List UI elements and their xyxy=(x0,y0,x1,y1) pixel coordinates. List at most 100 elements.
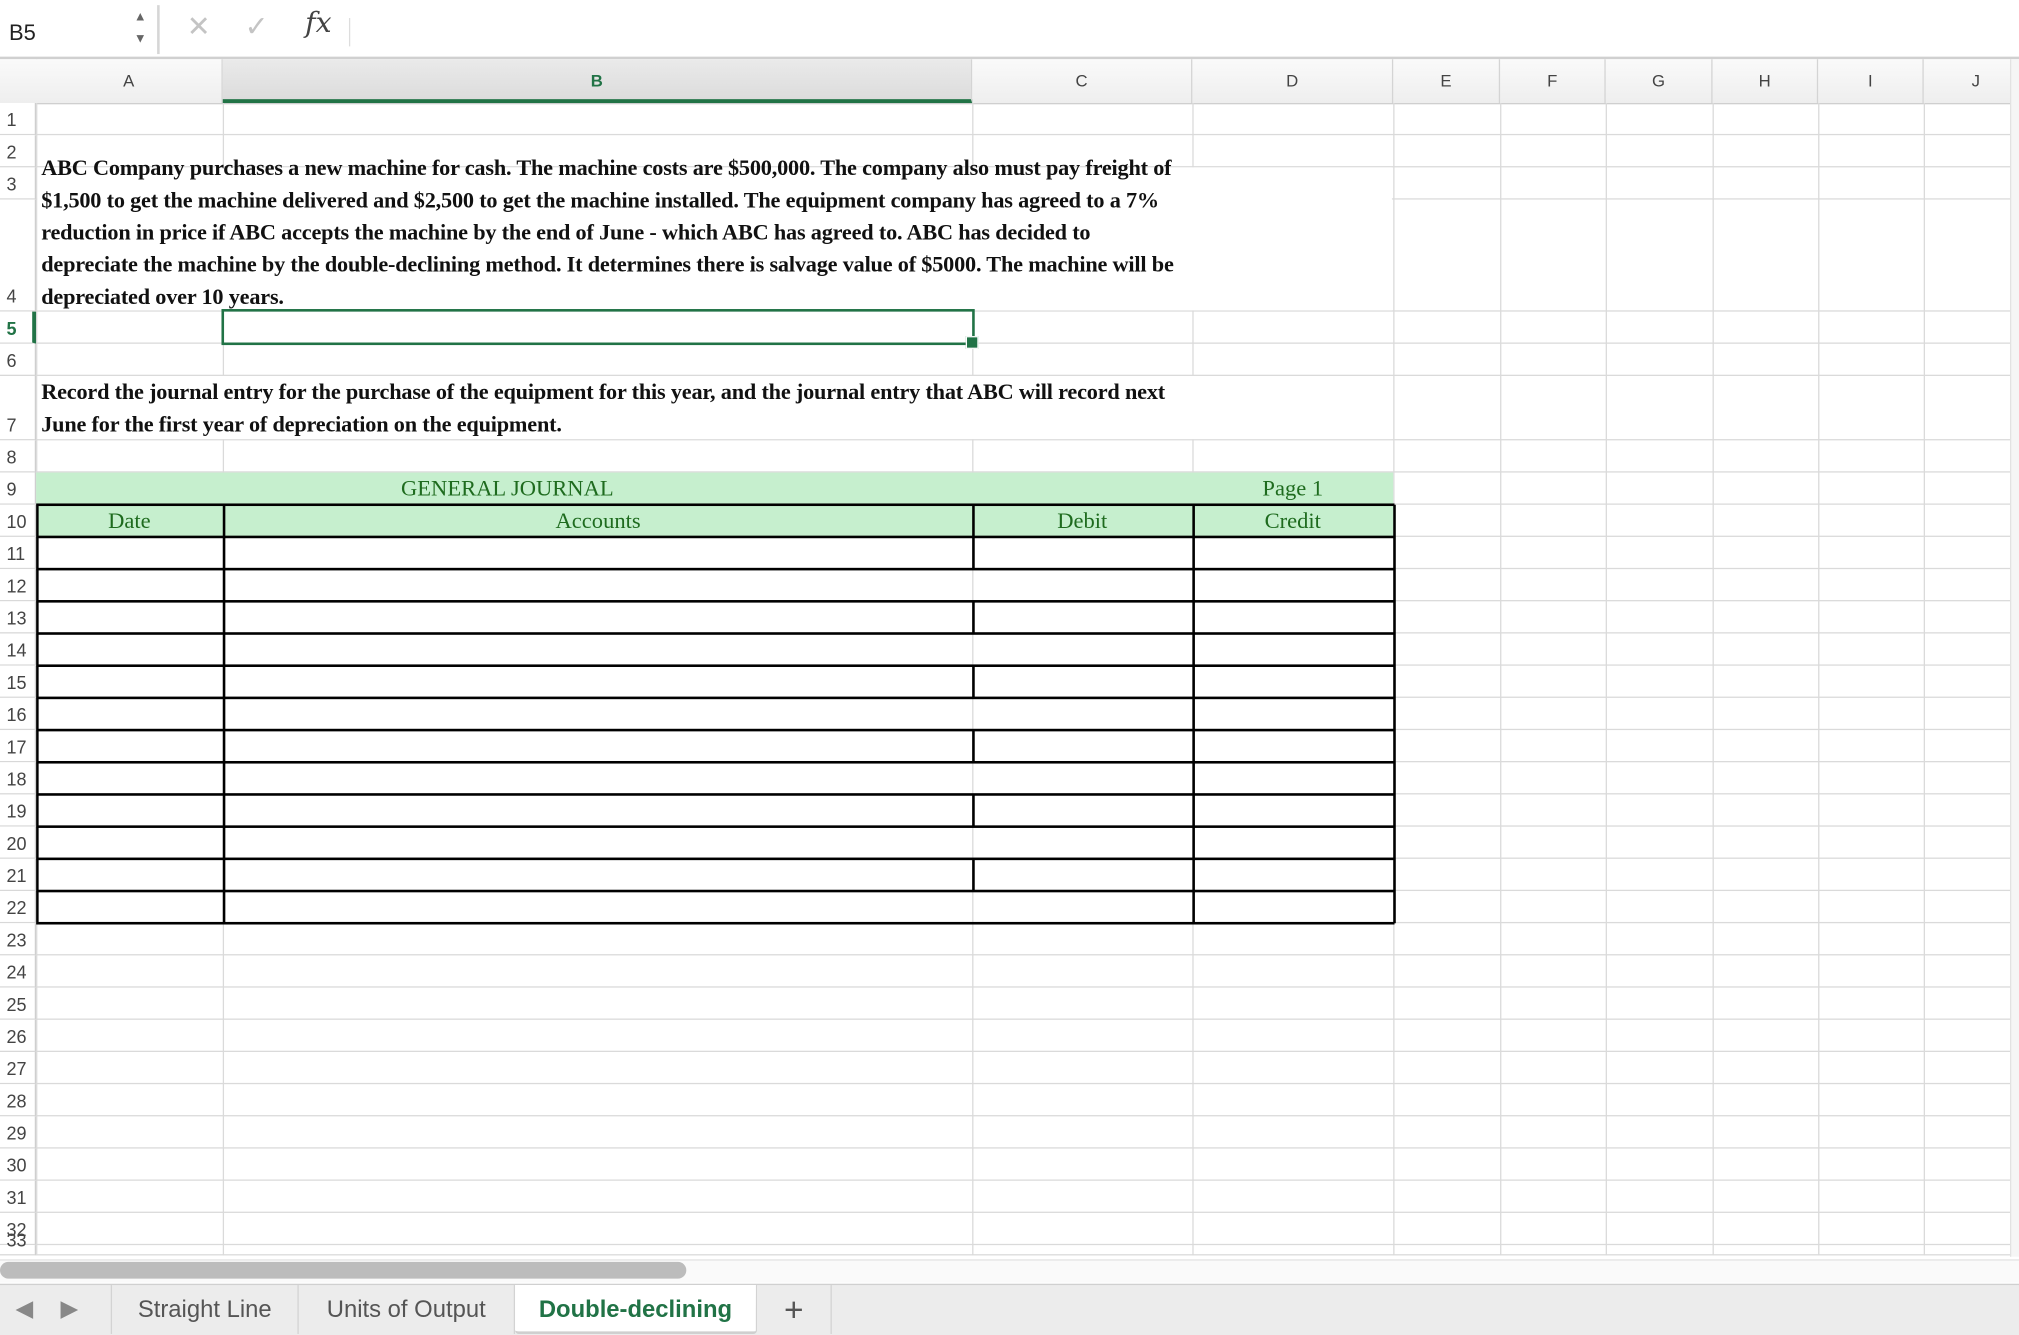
row-number: 1 xyxy=(6,109,17,131)
journal-row-border xyxy=(36,696,1395,699)
row-header-20[interactable]: 20 xyxy=(0,826,37,859)
vertical-scrollbar[interactable] xyxy=(2009,59,2019,1257)
row-number: 2 xyxy=(6,141,17,163)
selected-cell-B5[interactable] xyxy=(221,309,975,346)
journal-column-border xyxy=(1192,504,1195,924)
tab-units-of-output[interactable]: Units of Output xyxy=(299,1285,516,1334)
header-accounts: Accounts xyxy=(555,507,641,534)
row-header-19[interactable]: 19 xyxy=(0,794,37,827)
problem-line: depreciate the machine by the double-dec… xyxy=(41,252,1174,277)
row-header-8[interactable]: 8 xyxy=(0,440,37,473)
row-gridline xyxy=(36,1018,2019,1020)
journal-debit-divider xyxy=(972,536,975,570)
row-header-10[interactable]: 10 xyxy=(0,504,37,537)
tab-double-declining[interactable]: Double-declining xyxy=(515,1285,758,1334)
row-number: 8 xyxy=(6,446,17,468)
row-number: 12 xyxy=(6,575,27,597)
row-number: 6 xyxy=(6,350,17,371)
row-number: 3 xyxy=(6,173,17,195)
row-header-9[interactable]: 9 xyxy=(0,472,37,505)
journal-debit-divider xyxy=(972,601,975,634)
row-gridline xyxy=(36,1211,2019,1213)
row-number: 14 xyxy=(6,639,27,661)
journal-debit-divider xyxy=(972,665,975,698)
row-header-4[interactable]: 4 xyxy=(0,199,37,312)
row-header-11[interactable]: 11 xyxy=(0,536,37,570)
instruction-text-cell[interactable]: Record the journal entry for the purchas… xyxy=(41,376,1165,440)
row-header-30[interactable]: 30 xyxy=(0,1148,37,1181)
row-gridline xyxy=(36,1179,2019,1181)
journal-row-border xyxy=(36,857,1395,860)
row-number: 13 xyxy=(6,607,27,629)
row-number: 31 xyxy=(6,1187,27,1208)
row-header-13[interactable]: 13 xyxy=(0,601,37,634)
row-header-6[interactable]: 6 xyxy=(0,343,37,376)
header-debit: Debit xyxy=(1057,507,1108,534)
instruction-line: Record the journal entry for the purchas… xyxy=(41,379,1165,405)
horizontal-scroll-thumb[interactable] xyxy=(0,1261,687,1279)
row-gridline xyxy=(36,1115,2019,1117)
journal-row-border xyxy=(36,664,1395,667)
journal-column-border xyxy=(36,504,38,924)
row-header-28[interactable]: 28 xyxy=(0,1084,37,1117)
row-header-31[interactable]: 31 xyxy=(0,1180,37,1213)
instruction-line: June for the first year of depreciation … xyxy=(41,412,562,437)
row-gridline xyxy=(36,1082,2019,1085)
row-number: 9 xyxy=(6,478,17,500)
row-number: 20 xyxy=(6,833,27,854)
row-number: 5 xyxy=(6,318,17,339)
row-header-2[interactable]: 2 xyxy=(0,135,37,168)
row-header-16[interactable]: 16 xyxy=(0,697,37,731)
row-number: 21 xyxy=(6,865,27,886)
row-gridline xyxy=(36,133,2019,136)
row-number: 4 xyxy=(6,285,17,307)
row-header-14[interactable]: 14 xyxy=(0,633,37,666)
row-number: 15 xyxy=(6,672,27,693)
journal-row-border xyxy=(36,921,1395,925)
add-sheet-button[interactable]: + xyxy=(757,1285,832,1334)
row-number: 24 xyxy=(6,961,27,983)
row-header-22[interactable]: 22 xyxy=(0,891,37,924)
row-header-33[interactable]: 33 xyxy=(0,1230,37,1256)
problem-line: reduction in price if ABC accepts the ma… xyxy=(41,220,1091,245)
row-number: 16 xyxy=(6,704,27,725)
row-header-27[interactable]: 27 xyxy=(0,1051,37,1085)
journal-debit-divider xyxy=(972,730,975,763)
row-header-25[interactable]: 25 xyxy=(0,987,37,1020)
row-gridline xyxy=(36,954,2019,956)
row-header-5[interactable]: 5 xyxy=(0,311,37,344)
fill-handle[interactable] xyxy=(965,336,979,349)
next-sheet-icon[interactable]: ▶ xyxy=(61,1295,79,1322)
row-gridline xyxy=(36,1050,2019,1052)
row-number: 22 xyxy=(6,897,27,919)
journal-column-border xyxy=(222,504,225,924)
row-number: 18 xyxy=(6,768,27,790)
journal-row-border xyxy=(36,632,1395,635)
row-header-17[interactable]: 17 xyxy=(0,730,37,763)
journal-debit-divider xyxy=(972,794,975,827)
row-header-7[interactable]: 7 xyxy=(0,375,37,441)
row-header-3[interactable]: 3 xyxy=(0,167,37,200)
journal-debit-divider xyxy=(972,858,975,892)
journal-row-border xyxy=(36,567,1395,570)
journal-column-border xyxy=(1393,504,1396,924)
row-number: 7 xyxy=(6,414,17,436)
row-gridline xyxy=(36,1254,2019,1256)
row-header-24[interactable]: 24 xyxy=(0,955,37,988)
row-header-15[interactable]: 15 xyxy=(0,665,37,698)
row-header-26[interactable]: 26 xyxy=(0,1019,37,1052)
spreadsheet-window: B5 ▲ ▼ ✕ ✓ fx ABCDEFGHIJ ABC Company pur… xyxy=(0,0,2019,1335)
row-header-18[interactable]: 18 xyxy=(0,762,37,795)
row-header-23[interactable]: 23 xyxy=(0,923,37,956)
journal-row-border xyxy=(36,728,1395,731)
row-header-21[interactable]: 21 xyxy=(0,858,37,892)
row-number: 11 xyxy=(6,543,26,564)
tab-straight-line[interactable]: Straight Line xyxy=(110,1285,299,1334)
prev-sheet-icon[interactable]: ◀ xyxy=(15,1295,33,1322)
row-header-12[interactable]: 12 xyxy=(0,569,37,602)
journal-border xyxy=(36,503,1395,507)
row-header-29[interactable]: 29 xyxy=(0,1116,37,1149)
problem-text-cell[interactable]: ABC Company purchases a new machine for … xyxy=(41,152,1174,313)
problem-line: ABC Company purchases a new machine for … xyxy=(41,155,1172,181)
row-header-1[interactable]: 1 xyxy=(0,103,37,136)
